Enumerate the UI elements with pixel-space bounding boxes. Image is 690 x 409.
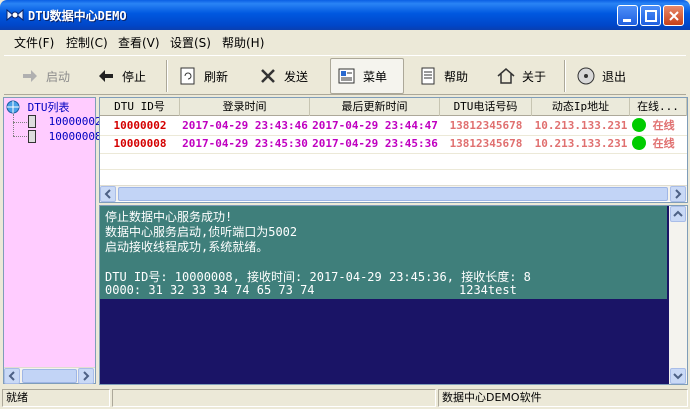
scroll-up-button[interactable] xyxy=(670,206,686,222)
exit-button[interactable]: 退出 xyxy=(570,58,640,94)
minimize-button[interactable] xyxy=(617,5,638,26)
menu-settings[interactable]: 设置(S) xyxy=(170,34,211,51)
tree-item[interactable]: 10000002 xyxy=(28,115,102,131)
log-panel[interactable]: 停止数据中心服务成功! 数据中心服务启动,侦听端口为5002 启动接收线程成功,… xyxy=(99,205,688,385)
online-dot-icon xyxy=(632,118,646,132)
scroll-right-button[interactable] xyxy=(670,186,686,202)
dtu-table: DTU ID号 登录时间 最后更新时间 DTU电话号码 动态Ip地址 在线...… xyxy=(99,97,688,203)
online-dot-icon xyxy=(632,136,646,150)
title-bar[interactable]: DTU数据中心DEMO xyxy=(0,0,690,30)
app-logo-icon xyxy=(5,6,25,24)
tools-icon xyxy=(258,66,278,86)
column-header[interactable]: 动态Ip地址 xyxy=(532,98,630,116)
refresh-page-icon xyxy=(178,66,198,86)
log-line: 启动接收线程成功,系统就绪。 xyxy=(105,240,269,254)
tree-item[interactable]: 10000008 xyxy=(28,130,102,146)
cell-updated: 2017-04-29 23:44:47 xyxy=(312,119,438,132)
cell-login: 2017-04-29 23:45:30 xyxy=(182,137,308,150)
menu-button[interactable]: 菜单 xyxy=(330,58,404,94)
tree-item-label: 10000002 xyxy=(48,115,102,128)
column-header[interactable]: 最后更新时间 xyxy=(310,98,440,116)
table-scrollbar[interactable] xyxy=(100,185,687,202)
cell-status: 在线 xyxy=(630,118,687,134)
close-button[interactable] xyxy=(663,5,684,26)
cell-phone: 13812345678 xyxy=(449,137,523,150)
table-row[interactable]: 10000008 2017-04-29 23:45:30 2017-04-29 … xyxy=(100,136,687,152)
about-button[interactable]: 关于 xyxy=(490,58,560,94)
log-line: 0000: 31 32 33 34 74 65 73 74 1234test xyxy=(105,283,517,297)
cell-id: 10000008 xyxy=(113,137,167,150)
menu-bar: 文件(F) 控制(C) 查看(V) 设置(S) 帮助(H) xyxy=(4,31,686,53)
column-header[interactable]: 登录时间 xyxy=(180,98,310,116)
network-globe-icon xyxy=(5,100,21,114)
about-label: 关于 xyxy=(522,69,547,84)
exit-label: 退出 xyxy=(602,69,627,84)
maximize-button[interactable] xyxy=(640,5,661,26)
refresh-button[interactable]: 刷新 xyxy=(172,58,242,94)
scroll-thumb[interactable] xyxy=(118,187,668,201)
arrow-right-icon xyxy=(20,66,40,86)
log-output: 停止数据中心服务成功! 数据中心服务启动,侦听端口为5002 启动接收线程成功,… xyxy=(100,206,667,299)
cell-updated: 2017-04-29 23:45:36 xyxy=(312,137,438,150)
menu-control[interactable]: 控制(C) xyxy=(66,34,108,51)
table-row[interactable]: 10000002 2017-04-29 23:43:46 2017-04-29 … xyxy=(100,118,687,134)
cell-status: 在线 xyxy=(630,136,687,152)
status-ready: 就绪 xyxy=(2,389,110,407)
send-label: 发送 xyxy=(284,69,309,84)
toolbar: 启动 停止 刷新 发送 菜单 帮助 关于 退出 xyxy=(4,55,686,95)
column-header[interactable]: 在线... xyxy=(630,98,687,116)
stop-button[interactable]: 停止 xyxy=(90,58,156,94)
column-header[interactable]: DTU电话号码 xyxy=(440,98,532,116)
cell-login: 2017-04-29 23:43:46 xyxy=(182,119,308,132)
document-icon xyxy=(418,66,438,86)
status-bar: 就绪 数据中心DEMO软件 xyxy=(0,387,690,409)
cell-ip: 10.213.133.231 xyxy=(534,119,628,132)
power-disc-icon xyxy=(576,66,596,86)
scroll-left-button[interactable] xyxy=(4,368,20,384)
status-app: 数据中心DEMO软件 xyxy=(438,389,688,407)
scroll-left-button[interactable] xyxy=(100,186,116,202)
menu-card-icon xyxy=(337,66,357,86)
status-empty xyxy=(112,389,436,407)
scroll-right-button[interactable] xyxy=(78,368,94,384)
arrow-left-icon xyxy=(96,66,116,86)
send-button[interactable]: 发送 xyxy=(252,58,322,94)
menu-label: 菜单 xyxy=(363,69,388,84)
cell-ip: 10.213.133.231 xyxy=(534,137,628,150)
menu-file[interactable]: 文件(F) xyxy=(14,34,54,51)
start-button[interactable]: 启动 xyxy=(14,58,80,94)
home-icon xyxy=(496,66,516,86)
dtu-tree: DTU列表 10000002 10000008 xyxy=(3,97,102,384)
scroll-thumb[interactable] xyxy=(22,369,77,383)
tree-root-label: DTU列表 xyxy=(27,101,70,114)
phone-icon xyxy=(28,115,36,128)
help-button[interactable]: 帮助 xyxy=(412,58,482,94)
cell-id: 10000002 xyxy=(113,119,167,132)
column-header[interactable]: DTU ID号 xyxy=(100,98,180,116)
tree-root[interactable]: DTU列表 xyxy=(5,99,70,115)
help-label: 帮助 xyxy=(444,69,469,84)
cell-phone: 13812345678 xyxy=(449,119,523,132)
refresh-label: 刷新 xyxy=(204,69,229,84)
status-text: 在线 xyxy=(652,119,675,132)
scroll-down-button[interactable] xyxy=(670,368,686,384)
table-header: DTU ID号 登录时间 最后更新时间 DTU电话号码 动态Ip地址 在线... xyxy=(100,98,687,116)
menu-view[interactable]: 查看(V) xyxy=(118,34,160,51)
stop-label: 停止 xyxy=(122,69,147,84)
status-text: 在线 xyxy=(652,137,675,150)
log-scrollbar[interactable] xyxy=(669,206,687,384)
tree-item-label: 10000008 xyxy=(48,130,102,143)
start-label: 启动 xyxy=(46,69,71,84)
tree-scrollbar[interactable] xyxy=(4,367,95,384)
menu-help[interactable]: 帮助(H) xyxy=(222,34,264,51)
phone-icon xyxy=(28,130,36,143)
window-title: DTU数据中心DEMO xyxy=(28,9,127,23)
